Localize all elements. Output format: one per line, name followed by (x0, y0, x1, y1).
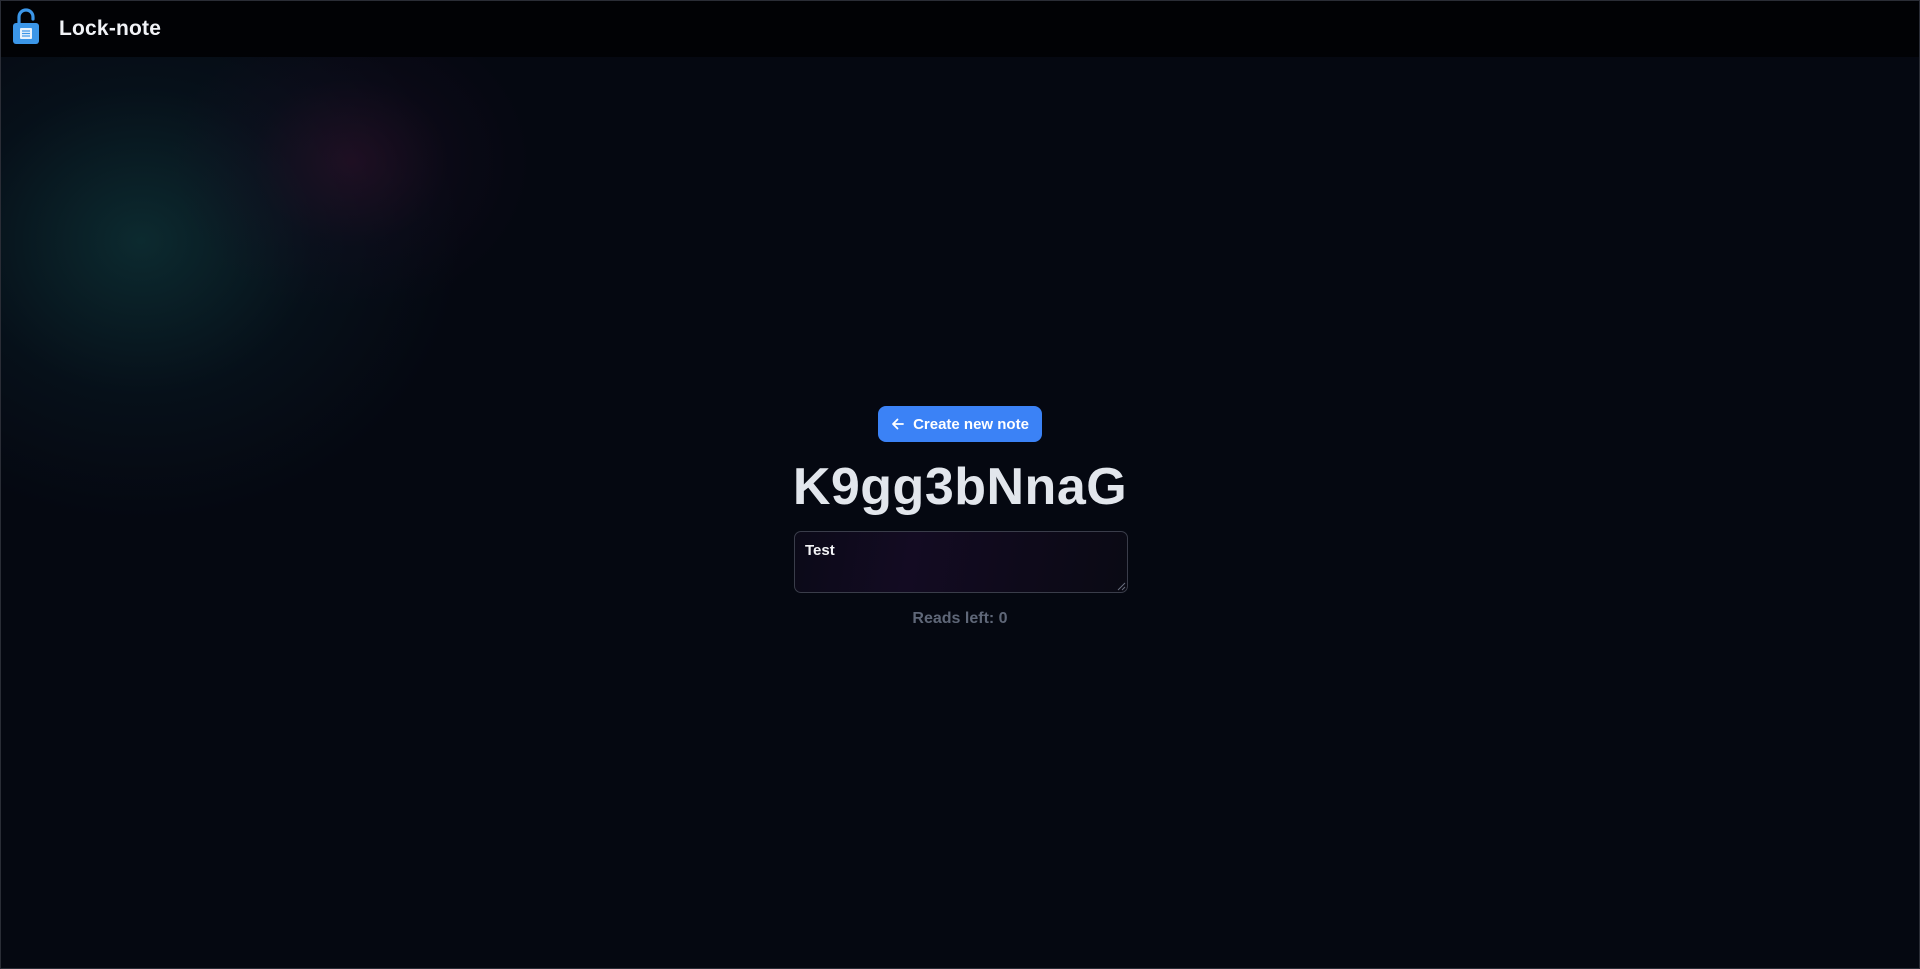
app-window: Lock-note Create new note K9gg3bNnaG Tes… (0, 0, 1920, 969)
reads-left-counter: Reads left: 0 (912, 610, 1008, 627)
note-view: Create new note K9gg3bNnaG Test Reads le… (1, 1, 1919, 968)
top-navbar: Lock-note (1, 1, 1919, 57)
brand-title[interactable]: Lock-note (59, 17, 161, 41)
note-id-title: K9gg3bNnaG (792, 458, 1128, 516)
create-new-note-button[interactable]: Create new note (878, 406, 1042, 442)
note-content-textarea[interactable]: Test (794, 531, 1128, 593)
resize-handle-icon[interactable] (1116, 581, 1126, 591)
create-new-note-label: Create new note (913, 415, 1029, 433)
arrow-left-icon (892, 418, 904, 430)
lock-note-icon[interactable] (12, 7, 40, 45)
